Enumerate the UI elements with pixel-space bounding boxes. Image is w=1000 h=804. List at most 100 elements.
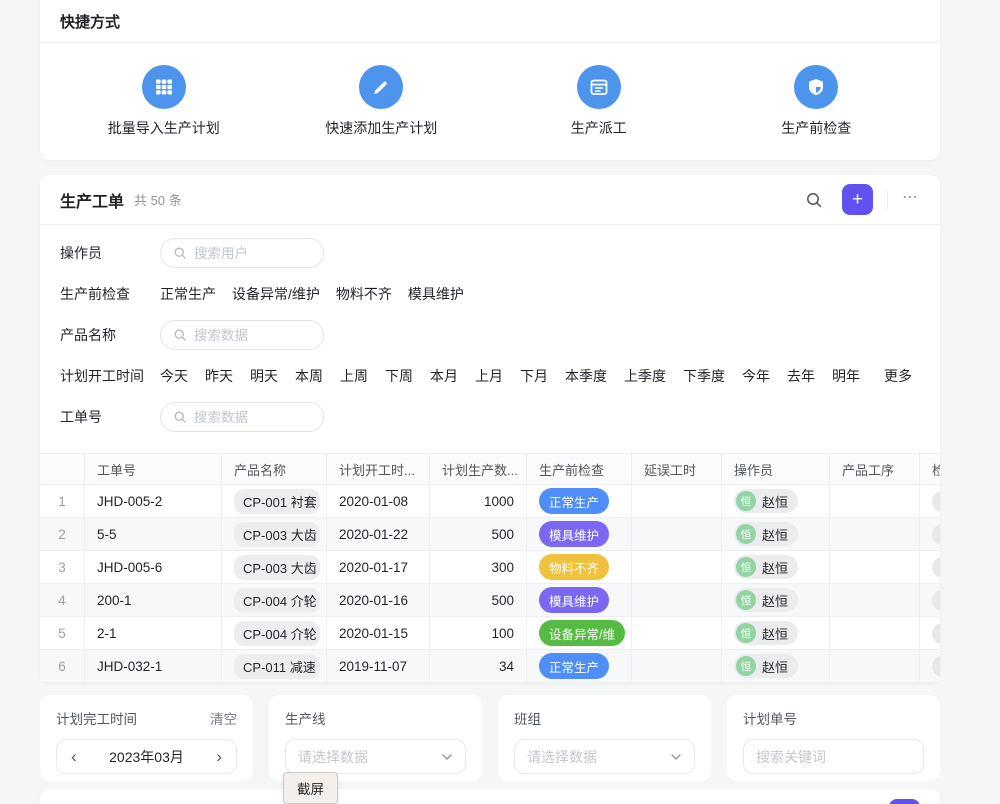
order-no-cell: JHD-032-1 xyxy=(85,650,222,682)
production-line-select[interactable]: 请选择数据 xyxy=(285,739,466,774)
time-filter-option[interactable]: 上周 xyxy=(340,366,368,386)
product-cell: CP-003 大齿 xyxy=(222,518,327,550)
start-date-cell: 2020-01-22 xyxy=(327,518,430,550)
chevron-right-icon[interactable]: › xyxy=(216,748,222,765)
order-no-cell: 5-5 xyxy=(85,518,222,550)
production-line-card: 生产线 请选择数据 xyxy=(269,695,482,781)
shortcuts-row: 批量导入生产计划 快速添加生产计划 生产派工 生产前检查 xyxy=(40,43,940,138)
time-filter-option[interactable]: 下月 xyxy=(520,366,548,386)
operator-search-input[interactable] xyxy=(160,238,324,268)
time-filter-option[interactable]: 上月 xyxy=(475,366,503,386)
precheck-option[interactable]: 模具维护 xyxy=(408,284,464,304)
table-row[interactable]: 1JHD-005-2CP-001 衬套2020-01-081000正常生产恒赵恒 xyxy=(40,485,940,518)
bottom-filter-cards: 计划完工时间 清空 ‹ 2023年03月 › 生产线 请选择数据 班组 请选择数… xyxy=(40,695,940,781)
shortcut-precheck[interactable]: 生产前检查 xyxy=(708,65,926,138)
avatar: 恒 xyxy=(736,524,756,544)
product-pill: CP-004 介轮 xyxy=(234,588,320,613)
plan-start-filter-label: 计划开工时间 xyxy=(60,366,160,386)
inspector-avatar-placeholder xyxy=(932,491,940,512)
row-index: 5 xyxy=(40,617,85,649)
time-filter-option[interactable]: 本季度 xyxy=(565,366,607,386)
process-cell xyxy=(830,617,920,649)
search-icon xyxy=(173,410,187,424)
time-filter-option[interactable]: 本月 xyxy=(430,366,458,386)
add-plan-button[interactable]: + xyxy=(889,799,920,804)
time-filter-option[interactable]: 昨天 xyxy=(205,366,233,386)
time-filter-option[interactable]: 上季度 xyxy=(624,366,666,386)
table-row[interactable]: 6JHD-032-1CP-011 减速2019-11-0734正常生产恒赵恒 xyxy=(40,650,940,683)
qty-cell: 1000 xyxy=(430,485,527,517)
time-filter-option[interactable]: 明年 xyxy=(832,366,860,386)
time-filter-option[interactable]: 下季度 xyxy=(683,366,725,386)
column-header: 计划生产数... xyxy=(430,454,527,484)
production-plan-title: 生产计划 xyxy=(60,802,124,804)
time-filter-option[interactable]: 本周 xyxy=(295,366,323,386)
order-no-search-input[interactable] xyxy=(160,402,324,432)
table-row[interactable]: 3JHD-005-6CP-003 大齿2020-01-17300物料不齐恒赵恒 xyxy=(40,551,940,584)
status-badge: 设备异常/维 xyxy=(539,620,625,646)
precheck-options: 正常生产设备异常/维护物料不齐模具维护 xyxy=(160,284,920,304)
precheck-cell: 物料不齐 xyxy=(527,551,632,583)
precheck-option[interactable]: 物料不齐 xyxy=(336,284,392,304)
team-select[interactable]: 请选择数据 xyxy=(514,739,695,774)
search-icon[interactable] xyxy=(847,800,875,804)
plan-start-options: 今天昨天明天本周上周下周本月上月下月本季度上季度下季度今年去年明年 xyxy=(160,366,884,386)
product-cell: CP-001 衬套 xyxy=(222,485,327,517)
operator-tag: 恒赵恒 xyxy=(734,621,798,645)
row-index: 4 xyxy=(40,584,85,616)
plan-no-input[interactable] xyxy=(756,749,911,765)
shortcut-quick-add[interactable]: 快速添加生产计划 xyxy=(273,65,491,138)
calendar-icon xyxy=(577,65,621,109)
divider xyxy=(887,191,888,209)
operator-tag: 恒赵恒 xyxy=(734,588,798,612)
time-filter-option[interactable]: 明天 xyxy=(250,366,278,386)
month-picker: ‹ 2023年03月 › xyxy=(56,739,237,774)
shortcut-dispatch[interactable]: 生产派工 xyxy=(490,65,708,138)
row-index: 1 xyxy=(40,485,85,517)
grid-icon xyxy=(142,65,186,109)
precheck-option[interactable]: 设备异常/维护 xyxy=(232,284,320,304)
precheck-option[interactable]: 正常生产 xyxy=(160,284,216,304)
operator-cell: 恒赵恒 xyxy=(722,518,830,550)
status-badge: 正常生产 xyxy=(539,488,609,514)
plan-finish-card: 计划完工时间 清空 ‹ 2023年03月 › xyxy=(40,695,253,781)
time-filter-option[interactable]: 去年 xyxy=(787,366,815,386)
row-index: 3 xyxy=(40,551,85,583)
inspector-cell xyxy=(920,551,940,583)
time-filter-option[interactable]: 下周 xyxy=(385,366,413,386)
more-time-options-link[interactable]: 更多 xyxy=(884,366,912,386)
chevron-left-icon[interactable]: ‹ xyxy=(71,748,77,765)
production-plan-card: 生产计划 共 0 条 + xyxy=(40,789,940,804)
operator-name: 赵恒 xyxy=(762,657,788,676)
product-search-field[interactable] xyxy=(194,328,304,343)
table-row[interactable]: 4200-1CP-004 介轮2020-01-16500模具维护恒赵恒 xyxy=(40,584,940,617)
search-icon[interactable] xyxy=(800,186,828,214)
month-value[interactable]: 2023年03月 xyxy=(109,747,184,767)
shortcut-batch-import[interactable]: 批量导入生产计划 xyxy=(55,65,273,138)
time-filter-option[interactable]: 今天 xyxy=(160,366,188,386)
table-row[interactable]: 25-5CP-003 大齿2020-01-22500模具维护恒赵恒 xyxy=(40,518,940,551)
row-index: 6 xyxy=(40,650,85,682)
start-date-cell: 2020-01-15 xyxy=(327,617,430,649)
clear-link[interactable]: 清空 xyxy=(210,708,237,728)
operator-tag: 恒赵恒 xyxy=(734,555,798,579)
column-header: 产品名称 xyxy=(222,454,327,484)
order-no-search-field[interactable] xyxy=(194,410,304,425)
process-cell xyxy=(830,584,920,616)
more-actions-icon[interactable]: ⋯ xyxy=(902,187,920,213)
table-header-row: 工单号产品名称计划开工时...计划生产数...生产前检查延误工时操作员产品工序检… xyxy=(40,453,940,485)
search-icon xyxy=(173,328,187,342)
screenshot-button[interactable]: 截屏 xyxy=(283,772,338,804)
operator-search-field[interactable] xyxy=(194,246,304,261)
delay-cell xyxy=(632,617,722,649)
product-search-input[interactable] xyxy=(160,320,324,350)
work-orders-title: 生产工单 xyxy=(60,188,124,212)
table-row[interactable]: 52-1CP-004 介轮2020-01-15100设备异常/维恒赵恒 xyxy=(40,617,940,650)
time-filter-option[interactable]: 今年 xyxy=(742,366,770,386)
add-work-order-button[interactable]: + xyxy=(842,184,873,215)
product-pill: CP-004 介轮 xyxy=(234,621,320,646)
shortcut-label: 生产前检查 xyxy=(781,118,851,138)
work-orders-card: 生产工单 共 50 条 + ⋯ 操作员 生产前检查 正常生产 xyxy=(40,175,940,683)
production-line-label: 生产线 xyxy=(285,708,326,728)
column-header: 操作员 xyxy=(722,454,830,484)
